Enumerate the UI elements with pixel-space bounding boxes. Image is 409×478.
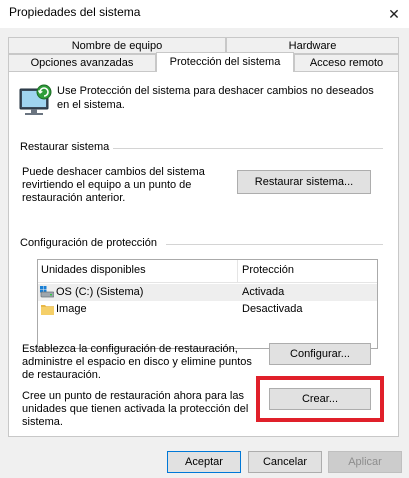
configure-button[interactable]: Configurar... [269,343,371,365]
list-row[interactable]: OS (C:) (Sistema) Activada [38,284,377,301]
window-title: Propiedades del sistema [9,5,141,19]
title-bar: Propiedades del sistema ✕ [0,0,409,28]
drive-name: Image [56,303,87,315]
create-text: Cree un punto de restauración ahora para… [22,390,249,428]
restore-text: Puede deshacer cambios del sistema revir… [22,166,205,204]
cancel-button[interactable]: Cancelar [248,451,322,473]
protection-status: Desactivada [242,303,303,315]
create-button[interactable]: Crear... [269,388,371,410]
close-icon[interactable]: ✕ [379,0,409,28]
folder-drive-icon [41,303,54,315]
apply-button[interactable]: Aplicar [328,451,402,473]
ok-button[interactable]: Aceptar [167,451,241,473]
restore-group-divider [113,148,383,149]
tab-opciones-avanzadas[interactable]: Opciones avanzadas [8,54,156,72]
system-drive-icon [40,286,55,298]
column-separator [237,260,238,282]
restore-system-button[interactable]: Restaurar sistema... [237,170,371,194]
restore-group-title: Restaurar sistema [20,141,110,153]
protection-group-title: Configuración de protección [20,237,157,249]
tab-panel: Use Protección del sistema para deshacer… [8,71,399,437]
column-header-drives[interactable]: Unidades disponibles [41,264,146,276]
configure-text: Establezca la configuración de restaurac… [22,343,252,381]
column-header-protection[interactable]: Protección [242,264,294,276]
drive-name: OS (C:) (Sistema) [56,286,144,298]
protection-group-divider [166,244,383,245]
tab-acceso-remoto[interactable]: Acceso remoto [294,54,399,72]
drives-list[interactable]: Unidades disponibles Protección OS (C:) … [37,259,378,349]
protection-status: Activada [242,286,285,298]
description-text: Use Protección del sistema para deshacer… [57,85,374,111]
list-header: Unidades disponibles Protección [38,260,377,283]
system-protection-icon [13,82,55,120]
list-row[interactable]: Image Desactivada [38,301,377,318]
tab-proteccion-del-sistema[interactable]: Protección del sistema [156,52,294,72]
